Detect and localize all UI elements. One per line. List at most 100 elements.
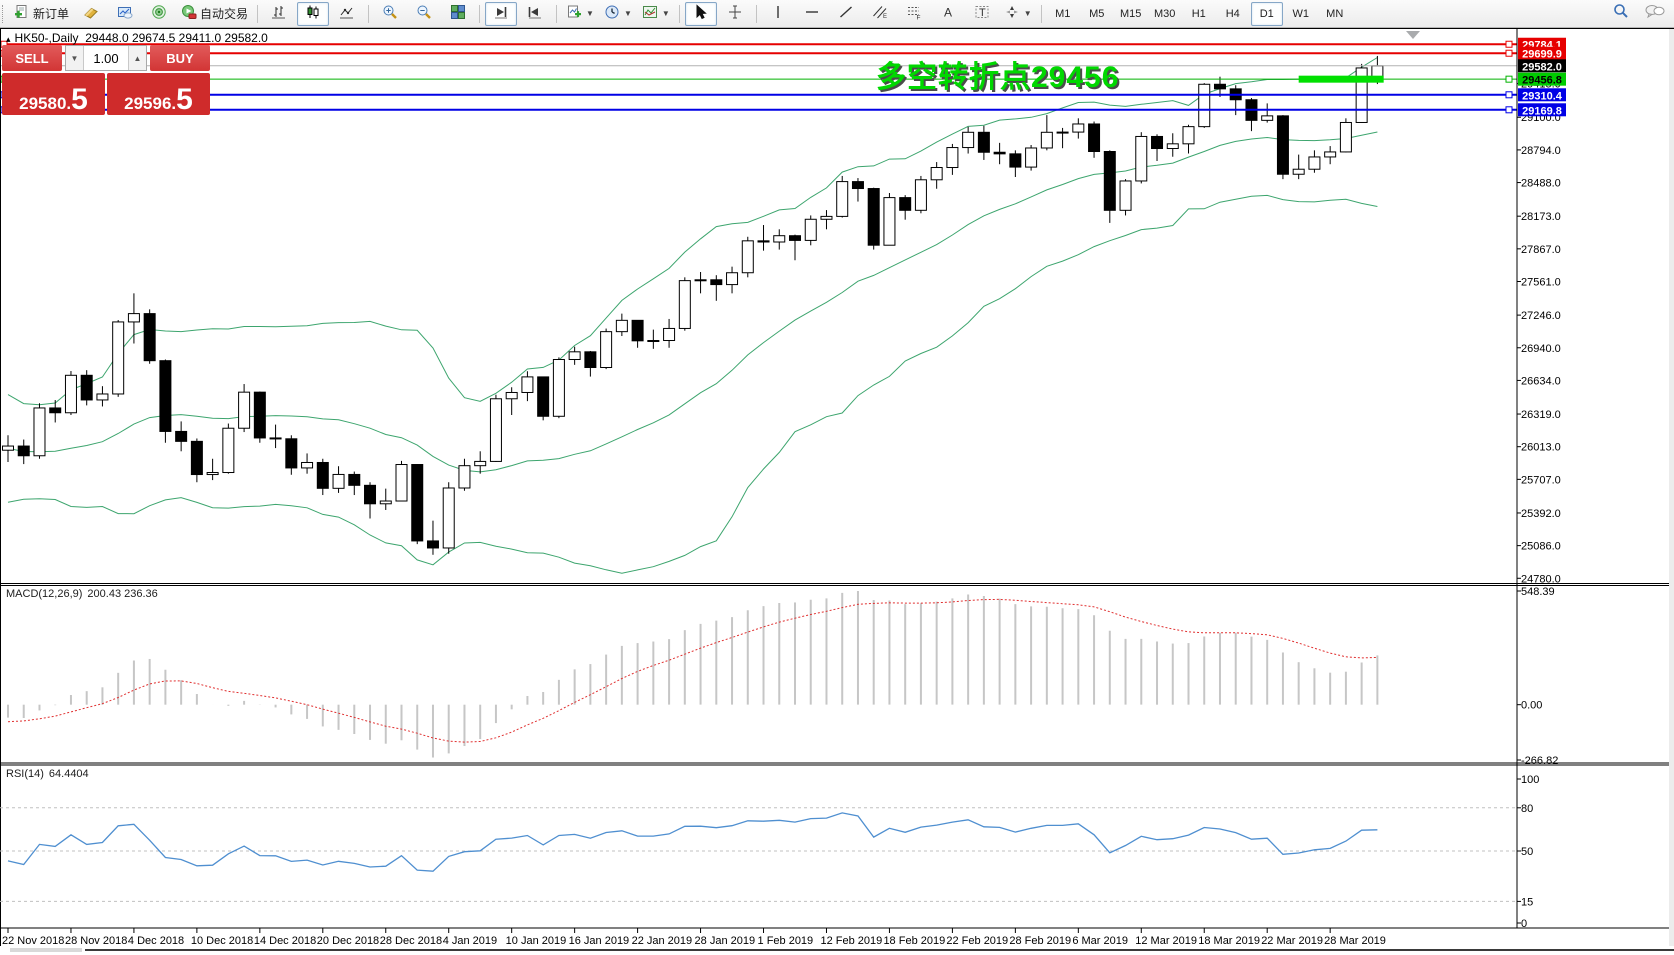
timeframe-label: M15 (1120, 8, 1141, 20)
timeframe-m15-button[interactable]: M15 (1115, 2, 1147, 26)
candle-body-bull (805, 219, 816, 240)
line-handle[interactable] (1506, 50, 1512, 56)
search-icon[interactable] (1612, 2, 1630, 25)
candle-body-bear (18, 446, 29, 456)
candle-body-bear (758, 241, 769, 242)
candle-body-bull (459, 466, 470, 488)
sell-price-display[interactable]: 29580.5 (2, 73, 105, 115)
dropdown-arrow-icon: ▼ (586, 9, 594, 18)
time-axis-label: 14 Dec 2018 (254, 935, 316, 947)
auto-scroll-button[interactable] (519, 2, 551, 26)
bar-chart-button[interactable] (263, 2, 295, 26)
macd-axis-tick-label: -266.82 (1521, 755, 1558, 767)
charts-window-button[interactable] (109, 2, 141, 26)
bottom-scroll-thumb[interactable] (10, 948, 82, 952)
time-axis-label: 22 Mar 2019 (1261, 935, 1323, 947)
volume-decrease-button[interactable]: ▼ (66, 46, 84, 70)
candle-body-bull (664, 328, 675, 340)
candle-body-bull (1325, 152, 1336, 157)
time-axis-label: 4 Jan 2019 (443, 935, 497, 947)
candle-body-bull (475, 461, 486, 465)
highlight-trend-segment[interactable] (1299, 76, 1384, 83)
signal-button[interactable] (143, 2, 175, 26)
timeframe-w1-button[interactable]: W1 (1285, 2, 1317, 26)
price-axis-tick-label: 27867.0 (1521, 244, 1561, 256)
charts-window-icon (117, 4, 133, 23)
candle-body-bull (616, 320, 627, 331)
svg-text:E: E (883, 14, 887, 20)
timeframe-mn-button[interactable]: MN (1319, 2, 1351, 26)
timeframe-h4-button[interactable]: H4 (1217, 2, 1249, 26)
text-label-button[interactable]: T (966, 2, 998, 26)
horizontal-line-icon (804, 4, 820, 23)
candle-body-bear (427, 541, 438, 548)
sell-price-pip: 5 (71, 88, 88, 112)
candle-body-bull (947, 148, 958, 168)
arrows-objects-button[interactable]: ▼ (1000, 2, 1036, 26)
zoom-out-icon (416, 4, 432, 23)
volume-input[interactable]: 1.00 (84, 46, 128, 70)
timeframe-m5-button[interactable]: M5 (1081, 2, 1113, 26)
tile-windows-button[interactable] (442, 2, 474, 26)
candle-body-bull (207, 473, 218, 475)
candle-body-bull (1183, 127, 1194, 144)
time-axis-label: 18 Feb 2019 (883, 935, 945, 947)
buy-price-display[interactable]: 29596.5 (107, 73, 210, 115)
fibonacci-button[interactable]: F (898, 2, 930, 26)
candle-body-bull (1340, 122, 1351, 151)
zoom-in-icon (382, 4, 398, 23)
line-handle[interactable] (1506, 107, 1512, 113)
candle-body-bull (553, 360, 564, 417)
zoom-in-button[interactable] (374, 2, 406, 26)
autotrading-button[interactable]: 自动交易 (177, 2, 252, 26)
time-axis-label: 28 Jan 2019 (695, 935, 756, 947)
horizontal-line-button[interactable] (796, 2, 828, 26)
candle-body-bull (1057, 132, 1068, 133)
line-handle[interactable] (1506, 41, 1512, 47)
chart-shift-marker-icon[interactable] (1406, 31, 1420, 39)
time-axis-label: 22 Jan 2019 (632, 935, 693, 947)
vertical-line-button[interactable] (762, 2, 794, 26)
new-order-button[interactable]: 新订单 (10, 2, 73, 26)
window-right-edge (1669, 29, 1674, 946)
toolbar-separator (368, 5, 369, 23)
crosshair-button[interactable] (719, 2, 751, 26)
templates-button[interactable]: ▼ (562, 2, 598, 26)
one-click-trading-panel: SELL ▼ 1.00 ▲ BUY 29580.5 29596.5 (2, 45, 210, 115)
line-handle[interactable] (1506, 92, 1512, 98)
eraser-button[interactable] (75, 2, 107, 26)
auto-scroll-icon (527, 4, 543, 23)
collapse-marker-icon[interactable]: ▴ (6, 34, 11, 44)
trendline-button[interactable] (830, 2, 862, 26)
chart-shift-button[interactable] (485, 2, 517, 26)
periods-clock-button[interactable]: ▼ (600, 2, 636, 26)
chart-canvas[interactable]: 29415.029100.028794.028488.028173.027867… (0, 0, 1674, 953)
timeframe-m30-button[interactable]: M30 (1149, 2, 1181, 26)
volume-increase-button[interactable]: ▲ (128, 46, 146, 70)
sell-button[interactable]: SELL (2, 45, 62, 71)
timeframe-m1-button[interactable]: M1 (1047, 2, 1079, 26)
timeframe-d1-button[interactable]: D1 (1251, 2, 1283, 26)
clock-icon (604, 4, 620, 23)
candle-body-bull (931, 168, 942, 180)
line-handle[interactable] (1506, 76, 1512, 82)
cursor-button[interactable] (685, 2, 717, 26)
rsi-axis-tick-label: 0 (1521, 918, 1527, 930)
rsi-indicator-label: RSI(14)64.4404 (6, 768, 89, 780)
turning-point-annotation[interactable]: 多空转折点29456 (876, 52, 1119, 96)
buy-button[interactable]: BUY (150, 45, 210, 71)
candlestick-chart-button[interactable] (297, 2, 329, 26)
equidistant-channel-button[interactable]: E (864, 2, 896, 26)
zoom-out-button[interactable] (408, 2, 440, 26)
candle-body-bull (601, 332, 612, 368)
bollinger-lower-band (8, 195, 1377, 573)
svg-text:A: A (944, 6, 952, 20)
timeframe-h1-button[interactable]: H1 (1183, 2, 1215, 26)
text-button[interactable]: A (932, 2, 964, 26)
chat-icon[interactable] (1644, 2, 1666, 25)
indicators-icon (642, 4, 658, 23)
candle-body-bear (711, 280, 722, 285)
line-chart-button[interactable] (331, 2, 363, 26)
indicators-button[interactable]: ▼ (638, 2, 674, 26)
rsi-axis-tick-label: 50 (1521, 846, 1533, 858)
